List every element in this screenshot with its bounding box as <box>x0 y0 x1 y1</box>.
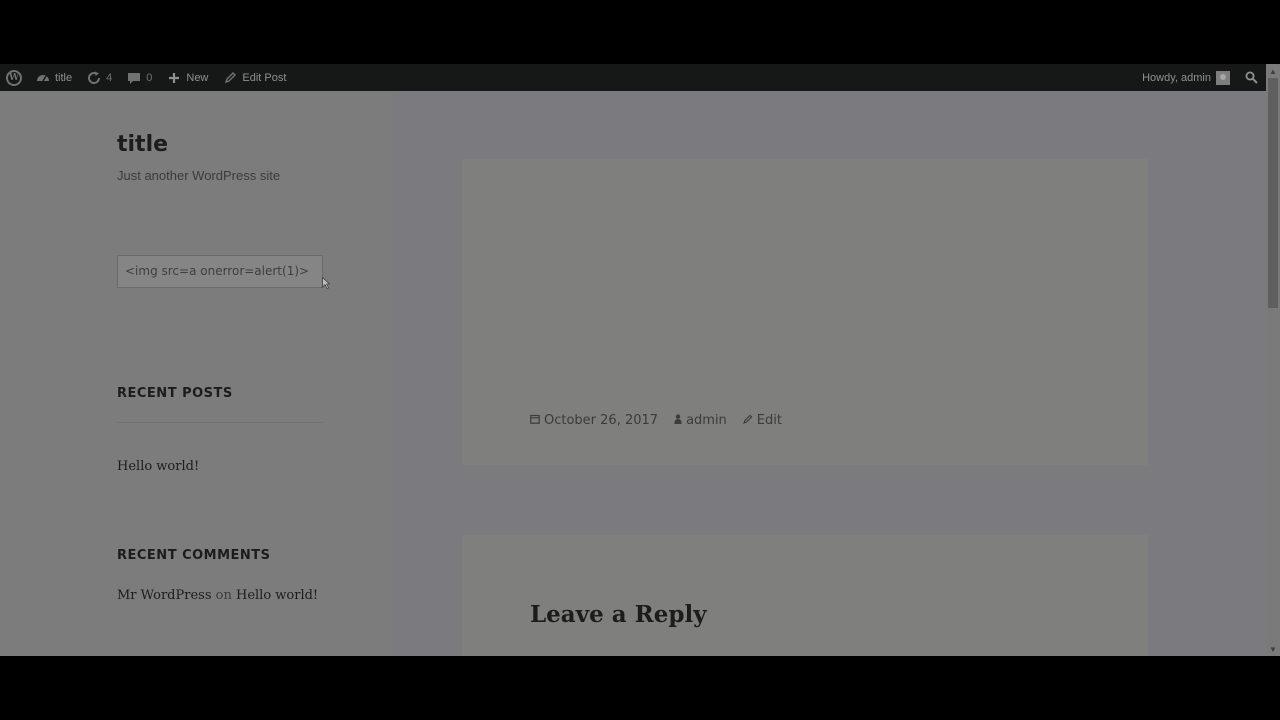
site-description: Just another WordPress site <box>117 168 281 183</box>
edit-post-menu[interactable]: Edit Post <box>215 64 293 91</box>
comments-card <box>462 535 1148 656</box>
wordpress-icon: W <box>6 69 22 86</box>
widget-divider <box>117 422 323 423</box>
comment-icon <box>126 70 142 86</box>
recent-post-link[interactable]: Hello world! <box>117 459 199 474</box>
user-icon <box>674 414 682 427</box>
new-content-menu[interactable]: New <box>159 64 215 91</box>
post-edit-link[interactable]: Edit <box>742 413 782 428</box>
edit-post-label: Edit Post <box>242 71 287 84</box>
my-account-menu[interactable]: Howdy, admin <box>1135 64 1237 91</box>
updates-icon <box>86 70 102 86</box>
updates-menu[interactable]: 4 <box>79 64 119 91</box>
adminbar-search[interactable] <box>1237 64 1266 91</box>
dashboard-icon <box>35 70 51 86</box>
reply-title: Leave a Reply <box>530 601 707 628</box>
mouse-cursor-icon <box>322 277 330 289</box>
avatar <box>1216 70 1230 85</box>
recent-comment-item: Mr WordPress on Hello world! <box>117 588 318 603</box>
post-date-label: October 26, 2017 <box>544 413 659 428</box>
post-author[interactable]: admin <box>674 413 727 428</box>
scroll-up-arrow-icon[interactable]: ▲ <box>1266 64 1280 78</box>
scrollbar[interactable]: ▲ ▼ <box>1266 64 1280 656</box>
search-icon <box>1243 70 1259 86</box>
site-title[interactable]: title <box>117 132 168 157</box>
recent-comments-title: RECENT COMMENTS <box>117 548 271 563</box>
plus-icon <box>166 70 182 86</box>
post-author-label: admin <box>686 413 727 428</box>
search-input[interactable]: <img src=a onerror=alert(1)> <box>117 255 323 288</box>
comment-connector: on <box>215 588 232 603</box>
wp-logo-menu[interactable]: W <box>0 64 28 91</box>
howdy-label: Howdy, admin <box>1142 71 1211 84</box>
site-name-menu[interactable]: title <box>28 64 79 91</box>
post-meta: October 26, 2017 admin Edit <box>530 413 798 428</box>
scroll-thumb[interactable] <box>1268 78 1278 308</box>
comment-author-link[interactable]: Mr WordPress <box>117 588 212 603</box>
admin-bar: W title 4 0 New Edit Post Howdy, admin <box>0 64 1266 91</box>
letterbox-top <box>0 0 1280 64</box>
letterbox-bottom <box>0 656 1280 720</box>
scroll-down-arrow-icon[interactable]: ▼ <box>1266 642 1280 656</box>
new-label: New <box>186 71 209 84</box>
browser-viewport: W title 4 0 New Edit Post Howdy, admin t… <box>0 64 1280 656</box>
pencil-icon <box>742 414 753 427</box>
post-date[interactable]: October 26, 2017 <box>530 413 658 428</box>
updates-count: 4 <box>106 71 113 84</box>
comment-post-link[interactable]: Hello world! <box>236 588 318 603</box>
calendar-icon <box>530 414 540 427</box>
site-name-label: title <box>55 71 73 84</box>
comments-count: 0 <box>146 71 153 84</box>
post-edit-label: Edit <box>756 413 782 428</box>
comments-menu[interactable]: 0 <box>119 64 159 91</box>
recent-posts-title: RECENT POSTS <box>117 386 233 401</box>
pencil-icon <box>222 70 238 86</box>
